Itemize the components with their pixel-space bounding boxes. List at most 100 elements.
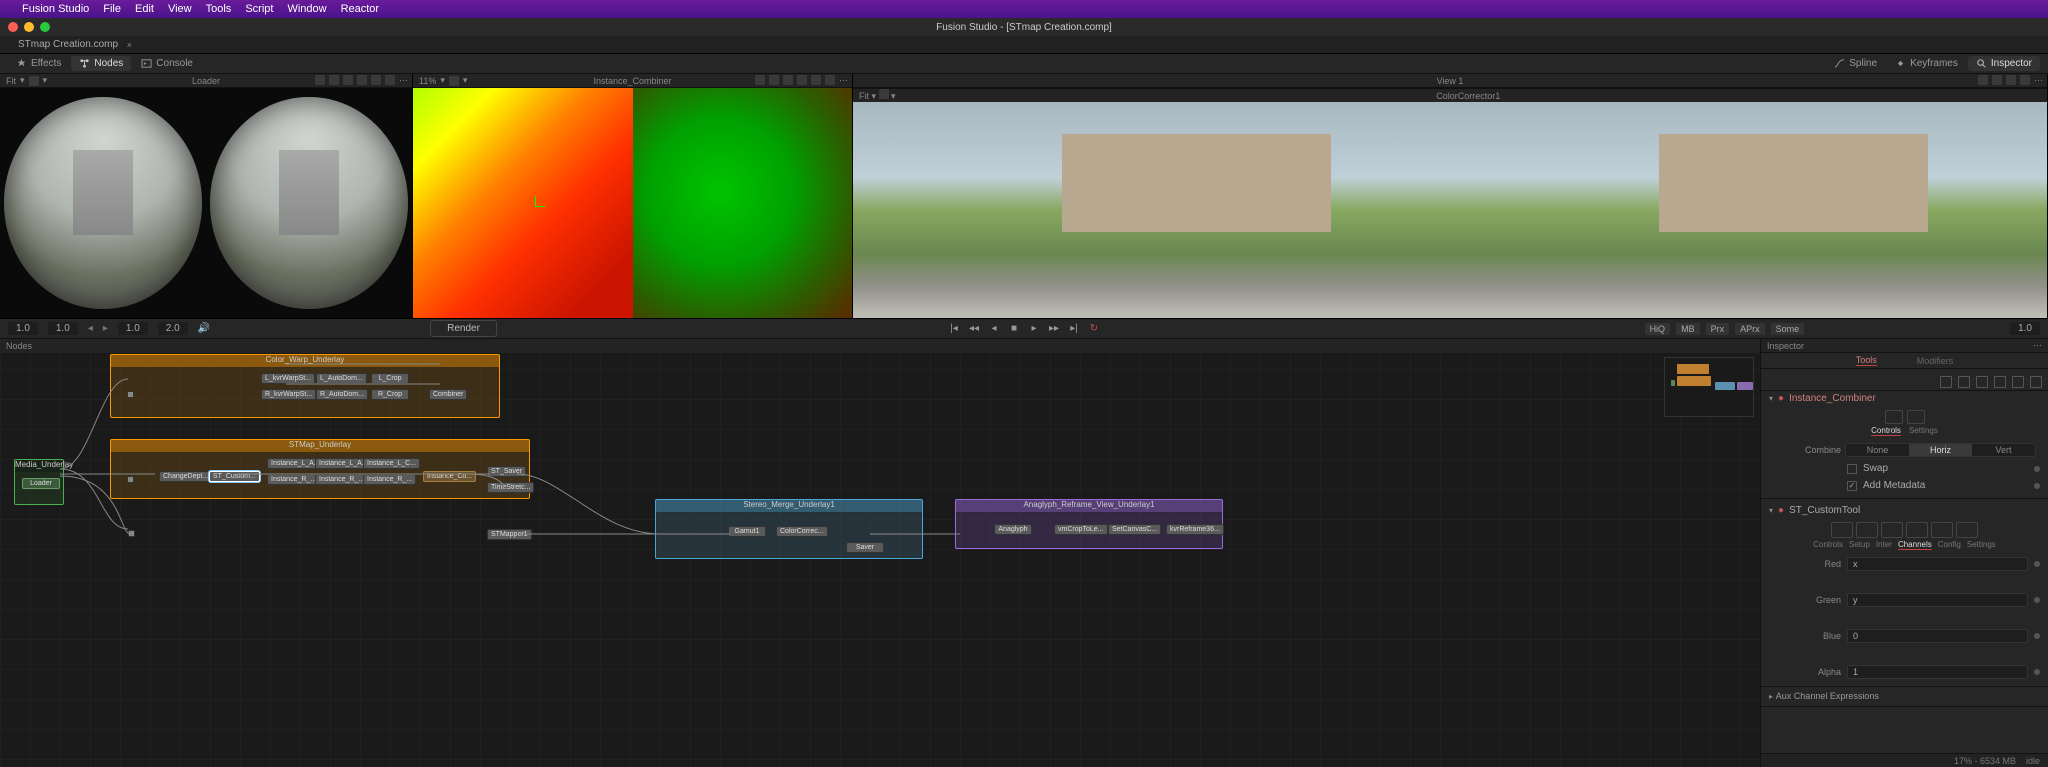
go-end-icon[interactable]: ▸|	[1068, 323, 1080, 335]
node-combiner[interactable]: Combiner	[429, 389, 467, 400]
disclosure-icon[interactable]: ▾	[1769, 506, 1773, 515]
prev-key-icon[interactable]: ◂	[88, 323, 93, 334]
keyframe-dot[interactable]	[2034, 466, 2040, 472]
viewer-tool-icon[interactable]	[385, 75, 395, 85]
node-st-custom[interactable]: ST_Custom...	[209, 471, 260, 482]
play-reverse-icon[interactable]: ◂	[988, 323, 1000, 335]
combine-horiz[interactable]: Horiz	[1909, 444, 1972, 456]
settings-tab-icon[interactable]	[1907, 410, 1925, 424]
viewer2-canvas[interactable]	[413, 88, 852, 318]
menu-script[interactable]: Script	[245, 3, 273, 15]
next-key-icon[interactable]: ▸	[103, 323, 108, 334]
tool-action-icon[interactable]	[1958, 376, 1970, 388]
inspector-button[interactable]: Inspector	[1968, 56, 2040, 71]
tab-icon-settings[interactable]	[1956, 522, 1978, 538]
tab-setup[interactable]: Setup	[1849, 540, 1870, 550]
viewer-tool-icon[interactable]	[357, 75, 367, 85]
viewer1-canvas[interactable]	[0, 88, 412, 318]
node-r-autodom[interactable]: R_AutoDom...	[316, 389, 368, 400]
close-window-icon[interactable]	[8, 22, 18, 32]
time-global-out[interactable]: 2.0	[158, 322, 188, 335]
hiq-toggle[interactable]: HiQ	[1645, 323, 1671, 335]
render-button[interactable]: Render	[430, 320, 497, 337]
node-instance-l-c[interactable]: Instance_L_C...	[363, 458, 420, 469]
tab-controls[interactable]: Controls	[1813, 540, 1843, 550]
group-color-warp[interactable]: Color_Warp_Underlay L_kvrWarpSt... L_Aut…	[110, 354, 500, 418]
node-setcanvas[interactable]: SetCanvasC...	[1108, 524, 1161, 535]
prx-toggle[interactable]: Prx	[1706, 323, 1730, 335]
flow-navigator[interactable]	[1664, 357, 1754, 417]
disclosure-icon[interactable]: ▸	[1769, 692, 1773, 701]
time-in[interactable]: 1.0	[8, 322, 38, 335]
maximize-window-icon[interactable]	[40, 22, 50, 32]
viewer-tool-icon[interactable]	[769, 75, 779, 85]
viewer3-canvas[interactable]	[853, 102, 2047, 318]
node-gamut[interactable]: Gamut1	[728, 526, 766, 537]
node-l-kvrwarp[interactable]: L_kvrWarpSt...	[261, 373, 315, 384]
viewer-tool-icon[interactable]	[371, 75, 381, 85]
viewer-option-icon[interactable]	[879, 89, 889, 99]
viewer-tool-icon[interactable]	[825, 75, 835, 85]
viewer-tool-icon[interactable]	[783, 75, 793, 85]
viewer-tool-icon[interactable]	[755, 75, 765, 85]
chevron-down-icon[interactable]: ▾	[463, 75, 468, 86]
inspector-more-icon[interactable]: ⋯	[2033, 340, 2042, 351]
keyframe-dot[interactable]	[2034, 483, 2040, 489]
node-port[interactable]	[128, 530, 135, 537]
tab-icon-inter[interactable]	[1881, 522, 1903, 538]
audio-icon[interactable]: 🔊	[198, 323, 210, 334]
combine-vert[interactable]: Vert	[1972, 444, 2035, 456]
controls-tab-icon[interactable]	[1885, 410, 1903, 424]
keyframe-dot[interactable]	[2034, 633, 2040, 639]
menu-file[interactable]: File	[103, 3, 121, 15]
more-icon[interactable]: ⋯	[399, 75, 408, 86]
go-start-icon[interactable]: |◂	[948, 323, 960, 335]
chevron-down-icon[interactable]: ▾	[440, 75, 445, 86]
node-r-crop[interactable]: R_Crop	[371, 389, 409, 400]
time-global-in[interactable]: 1.0	[118, 322, 148, 335]
minimize-window-icon[interactable]	[24, 22, 34, 32]
disclosure-icon[interactable]: ▾	[1769, 394, 1773, 403]
viewer2-zoom[interactable]: 11%	[419, 76, 436, 86]
viewer3-fit[interactable]: Fit	[859, 91, 869, 101]
chevron-down-icon[interactable]: ▾	[20, 75, 25, 86]
tool-action-icon[interactable]	[2012, 376, 2024, 388]
app-name[interactable]: Fusion Studio	[22, 3, 89, 15]
node-instance-r-c[interactable]: Instance_R_...	[363, 474, 416, 485]
node-changedepth[interactable]: ChangeDept...	[159, 471, 212, 482]
combine-segmented[interactable]: None Horiz Vert	[1845, 443, 2036, 457]
tab-settings[interactable]: Settings	[1967, 540, 1996, 550]
node-stmapper[interactable]: STMapper1	[487, 529, 532, 540]
flow-area[interactable]: Nodes Media_Underlay Loader	[0, 339, 1760, 767]
tab-icon-setup[interactable]	[1856, 522, 1878, 538]
node-crop[interactable]: vmCropToLe...	[1054, 524, 1108, 535]
tool-action-icon[interactable]	[1994, 376, 2006, 388]
tab-controls[interactable]: Controls	[1871, 426, 1901, 436]
keyframe-dot[interactable]	[2034, 669, 2040, 675]
node-l-crop[interactable]: L_Crop	[371, 373, 409, 384]
red-field[interactable]: x	[1847, 557, 2028, 571]
document-tab[interactable]: STmap Creation.comp ×	[10, 39, 136, 50]
viewer-tool-icon[interactable]	[1978, 75, 1988, 85]
step-back-icon[interactable]: ◂◂	[968, 323, 980, 335]
menu-reactor[interactable]: Reactor	[341, 3, 380, 15]
more-icon[interactable]: ⋯	[839, 75, 848, 86]
viewer-tool-icon[interactable]	[811, 75, 821, 85]
step-forward-icon[interactable]: ▸▸	[1048, 323, 1060, 335]
more-icon[interactable]: ⋯	[2034, 75, 2043, 86]
node-instance-r-a2[interactable]: Instance_R_...	[315, 474, 368, 485]
node-l-autodom[interactable]: L_AutoDom...	[316, 373, 367, 384]
node-r-kvrwarp[interactable]: R_kvrWarpSt...	[261, 389, 316, 400]
viewer-tool-icon[interactable]	[329, 75, 339, 85]
menu-window[interactable]: Window	[287, 3, 326, 15]
viewer-tool-icon[interactable]	[797, 75, 807, 85]
node-port[interactable]	[127, 391, 134, 398]
inspector-tab-tools[interactable]: Tools	[1856, 355, 1877, 366]
group-stmap[interactable]: STMap_Underlay ChangeDept... ST_Custom..…	[110, 439, 530, 499]
swap-checkbox[interactable]	[1847, 464, 1857, 474]
group-anaglyph[interactable]: Anaglyph_Reframe_View_Underlay1 Anaglyph…	[955, 499, 1223, 549]
chevron-down-icon[interactable]: ▾	[43, 75, 48, 86]
node-colorcorrector[interactable]: ColorCorrec...	[776, 526, 828, 537]
loop-icon[interactable]: ↻	[1088, 323, 1100, 335]
keyframe-dot[interactable]	[2034, 561, 2040, 567]
